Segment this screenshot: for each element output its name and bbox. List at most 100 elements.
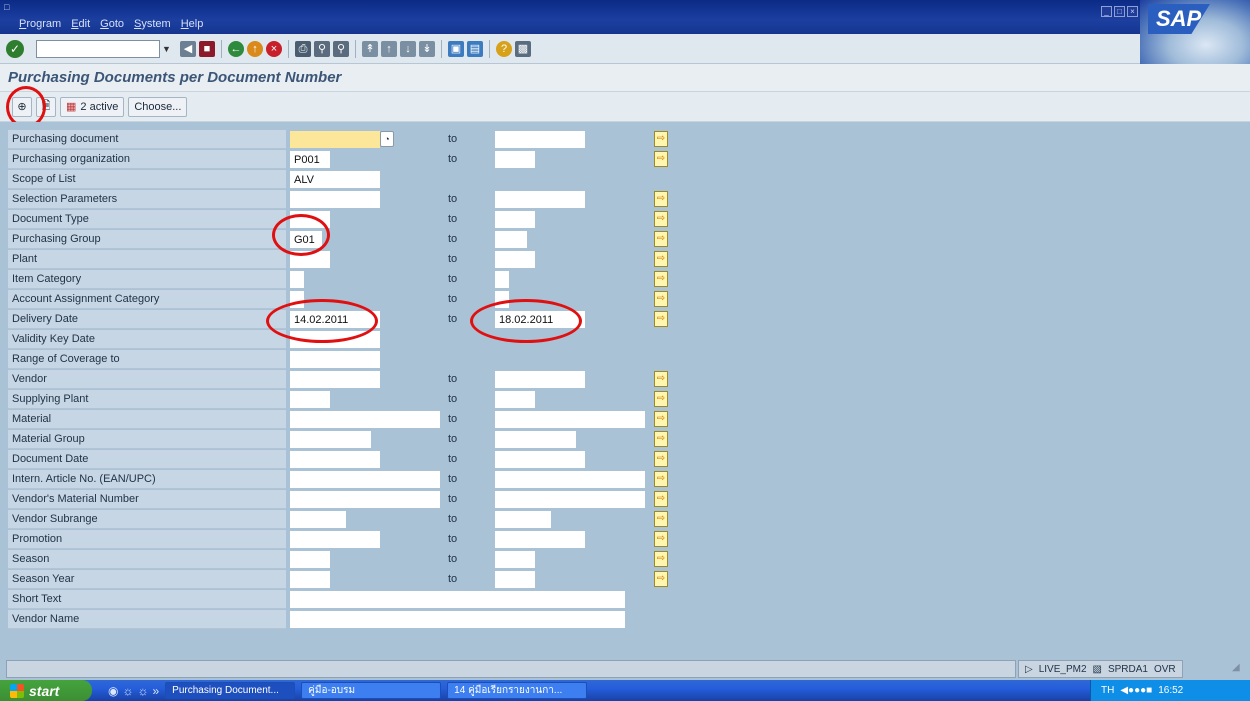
from-field[interactable] (290, 551, 330, 568)
quick-launch-icon[interactable]: ◉ (108, 684, 118, 698)
multiple-selection-arrow-icon[interactable]: ⇨ (654, 431, 668, 447)
from-field[interactable] (290, 571, 330, 588)
layout-menu-icon[interactable]: ▩ (515, 40, 531, 57)
to-field[interactable] (495, 271, 509, 288)
from-field[interactable] (290, 131, 380, 148)
from-field[interactable] (290, 431, 371, 448)
multiple-selection-arrow-icon[interactable]: ⇨ (654, 391, 668, 407)
system-menu-icon[interactable]: □ (4, 2, 14, 12)
to-field[interactable] (495, 491, 645, 508)
first-page-icon[interactable]: ↟ (362, 40, 378, 57)
to-field[interactable] (495, 231, 527, 248)
last-page-icon[interactable]: ↡ (419, 40, 435, 57)
to-field[interactable] (495, 471, 645, 488)
enter-button[interactable]: ✓ (6, 39, 24, 58)
from-field[interactable] (290, 151, 330, 168)
cancel-icon[interactable]: × (266, 40, 282, 57)
next-page-icon[interactable]: ↓ (400, 40, 416, 57)
to-field[interactable] (495, 151, 535, 168)
from-field[interactable] (290, 231, 322, 248)
exit-icon[interactable]: ↑ (247, 40, 263, 57)
to-field[interactable] (495, 531, 585, 548)
multiple-selection-arrow-icon[interactable]: ⇨ (654, 411, 668, 427)
shortcut-icon[interactable]: ▤ (467, 40, 483, 57)
command-history-icon[interactable]: ▼ (162, 40, 174, 58)
session-list-icon[interactable]: ▧ (1093, 664, 1102, 675)
resize-grip-icon[interactable]: ◢ (1232, 662, 1244, 676)
to-field[interactable] (495, 451, 585, 468)
multiple-selection-arrow-icon[interactable]: ⇨ (654, 531, 668, 547)
help-icon[interactable]: ? (496, 40, 512, 57)
menu-system[interactable]: System (129, 18, 176, 30)
to-field[interactable] (495, 191, 585, 208)
from-field[interactable] (290, 531, 380, 548)
multiple-selection-arrow-icon[interactable]: ⇨ (654, 471, 668, 487)
menu-help[interactable]: Help (176, 18, 209, 30)
value-help-icon[interactable]: ◔ (380, 131, 394, 147)
from-field[interactable] (290, 591, 625, 608)
multiple-selection-arrow-icon[interactable]: ⇨ (654, 451, 668, 467)
taskbar-item-sap[interactable]: Purchasing Document... (165, 682, 296, 699)
back-icon[interactable]: ← (228, 40, 244, 57)
save-icon[interactable]: ■ (199, 40, 215, 57)
to-field[interactable] (495, 391, 535, 408)
from-field[interactable] (290, 251, 330, 268)
to-field[interactable] (495, 211, 535, 228)
multiple-selection-arrow-icon[interactable]: ⇨ (654, 571, 668, 587)
from-field[interactable] (290, 451, 380, 468)
dynamic-selections-button[interactable]: ▦ 2 active (60, 96, 125, 117)
browser-icon[interactable]: ☼ (122, 684, 133, 698)
start-button[interactable]: start (0, 680, 92, 701)
multiple-selection-arrow-icon[interactable]: ⇨ (654, 491, 668, 507)
close-button[interactable]: × (1127, 6, 1138, 17)
from-field[interactable] (290, 471, 440, 488)
create-session-icon[interactable]: ▣ (448, 40, 464, 57)
to-field[interactable] (495, 551, 535, 568)
multiple-selection-arrow-icon[interactable]: ⇨ (654, 511, 668, 527)
multiple-selection-arrow-icon[interactable]: ⇨ (654, 151, 668, 167)
to-field[interactable] (495, 571, 535, 588)
expand-status-icon[interactable]: ▷ (1025, 664, 1033, 675)
input-mode[interactable]: OVR (1154, 664, 1176, 675)
get-variant-button[interactable]: 🗎 (36, 96, 56, 117)
find-icon[interactable]: ⚲ (314, 40, 330, 57)
to-field[interactable] (495, 431, 576, 448)
multiple-selection-arrow-icon[interactable]: ⇨ (654, 291, 668, 307)
from-field[interactable] (290, 371, 380, 388)
command-field[interactable] (36, 39, 160, 58)
to-field[interactable] (495, 371, 585, 388)
choose-button[interactable]: Choose... (128, 96, 188, 117)
back-arrow-icon[interactable]: ◀ (180, 40, 196, 57)
menu-edit[interactable]: Edit (66, 18, 95, 30)
execute-button[interactable]: ⊕ (12, 96, 32, 117)
multiple-selection-arrow-icon[interactable]: ⇨ (654, 251, 668, 267)
taskbar-item-document[interactable]: 14 คู่มือเรียกรายงานกา... (447, 682, 588, 699)
menu-goto[interactable]: Goto (95, 18, 129, 30)
multiple-selection-arrow-icon[interactable]: ⇨ (654, 371, 668, 387)
multiple-selection-arrow-icon[interactable]: ⇨ (654, 271, 668, 287)
menu-program[interactable]: Program (14, 18, 66, 30)
to-field[interactable] (495, 291, 509, 308)
more-icon[interactable]: » (152, 684, 159, 698)
to-field[interactable] (495, 131, 585, 148)
print-icon[interactable]: ⎙ (295, 40, 311, 57)
from-field[interactable] (290, 511, 346, 528)
to-field[interactable] (495, 311, 585, 328)
from-field[interactable] (290, 271, 304, 288)
to-field[interactable] (495, 511, 551, 528)
multiple-selection-arrow-icon[interactable]: ⇨ (654, 211, 668, 227)
browser-icon[interactable]: ☼ (137, 684, 148, 698)
find-next-icon[interactable]: ⚲ (333, 40, 349, 57)
multiple-selection-arrow-icon[interactable]: ⇨ (654, 191, 668, 207)
from-field[interactable] (290, 171, 380, 188)
from-field[interactable] (290, 311, 380, 328)
multiple-selection-arrow-icon[interactable]: ⇨ (654, 551, 668, 567)
previous-page-icon[interactable]: ↑ (381, 40, 397, 57)
multiple-selection-arrow-icon[interactable]: ⇨ (654, 231, 668, 247)
minimize-button[interactable]: _ (1101, 6, 1112, 17)
from-field[interactable] (290, 411, 440, 428)
to-field[interactable] (495, 251, 535, 268)
from-field[interactable] (290, 391, 330, 408)
from-field[interactable] (290, 351, 380, 368)
from-field[interactable] (290, 291, 304, 308)
